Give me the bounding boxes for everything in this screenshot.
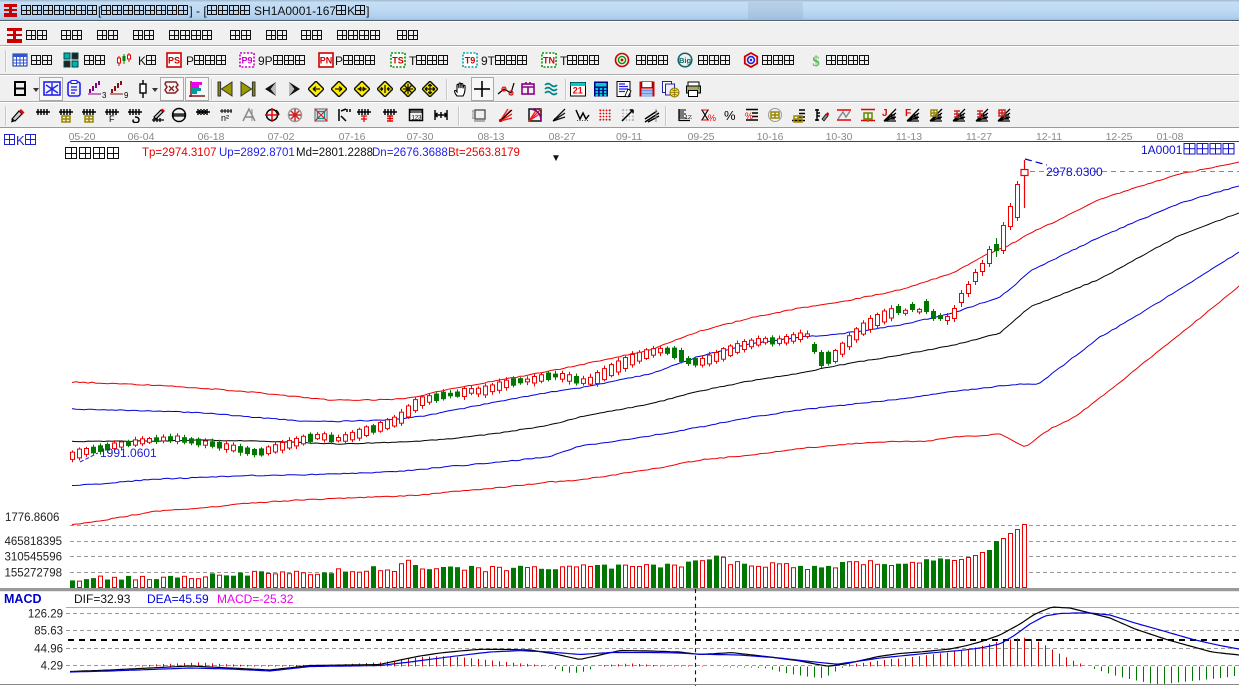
- svg-text:21: 21: [573, 86, 583, 96]
- svg-text:1A0001: 1A0001: [1141, 143, 1183, 157]
- svg-text:F: F: [109, 114, 115, 123]
- svg-text:T9: T9: [465, 56, 476, 66]
- svg-text:%: %: [745, 111, 753, 121]
- svg-text:85.63: 85.63: [34, 626, 63, 638]
- svg-text:n²: n²: [221, 113, 229, 123]
- svg-text:PN: PN: [320, 56, 333, 66]
- svg-text:$: $: [812, 54, 820, 68]
- svg-text:1776.8606: 1776.8606: [5, 512, 59, 524]
- svg-text:310545596: 310545596: [4, 552, 62, 564]
- svg-text:DEA=45.59: DEA=45.59: [147, 592, 209, 606]
- svg-text:465818395: 465818395: [4, 536, 62, 548]
- svg-text:44.96: 44.96: [34, 644, 63, 656]
- svg-text:%: %: [708, 113, 716, 123]
- svg-text:123: 123: [685, 115, 692, 121]
- svg-text:MACD: MACD: [4, 592, 42, 606]
- svg-text:123: 123: [412, 116, 423, 122]
- svg-text:TN: TN: [543, 56, 555, 66]
- svg-text:TS: TS: [392, 56, 404, 66]
- svg-text:126.29: 126.29: [28, 609, 63, 621]
- svg-text:%: %: [724, 108, 736, 123]
- svg-text:1991.0601: 1991.0601: [100, 446, 157, 460]
- svg-text:4.29: 4.29: [41, 661, 63, 673]
- svg-text:J: J: [882, 108, 888, 119]
- svg-text:PS: PS: [168, 56, 180, 66]
- svg-text:2978.0300: 2978.0300: [1046, 165, 1103, 179]
- svg-text:9: 9: [124, 91, 129, 99]
- svg-text:3: 3: [102, 91, 107, 99]
- svg-text:155272798: 155272798: [4, 568, 62, 580]
- svg-text:Big: Big: [679, 56, 692, 65]
- svg-text:P9: P9: [241, 56, 252, 66]
- svg-text:DIF=32.93: DIF=32.93: [74, 592, 131, 606]
- svg-text:MACD=-25.32: MACD=-25.32: [217, 592, 294, 606]
